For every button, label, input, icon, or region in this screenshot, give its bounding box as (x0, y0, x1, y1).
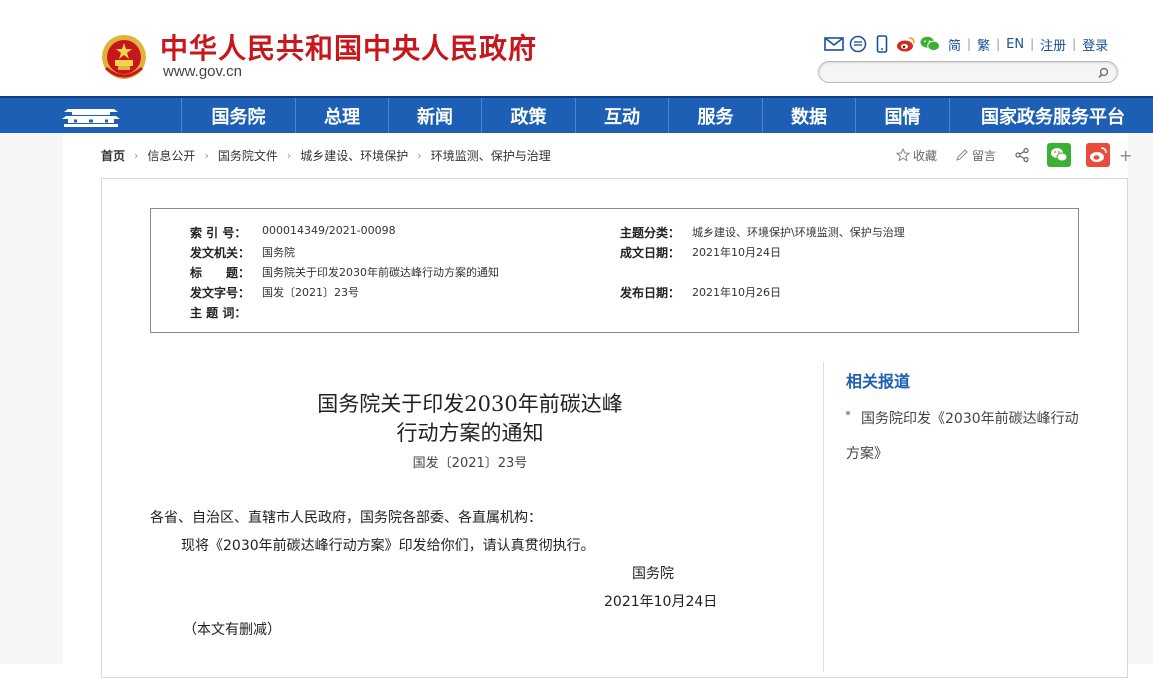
breadcrumb-urban-env[interactable]: 城乡建设、环境保护 (300, 147, 408, 164)
info-index-row: 索 引 号： 000014349/2021-00098 (190, 224, 396, 241)
article-title: 国务院关于印发2030年前碳达峰 行动方案的通知 (150, 390, 790, 448)
info-published-row: 发布日期： 2021年10月26日 (620, 284, 781, 301)
nav-item-premier[interactable]: 总理 (295, 98, 388, 133)
separator: | (996, 37, 1001, 51)
breadcrumb-home[interactable]: 首页 (101, 147, 125, 164)
favorite-label: 收藏 (913, 148, 938, 163)
info-keywords-row: 主 题 词： (190, 304, 262, 321)
info-issuer-label: 发文机关： (190, 246, 251, 260)
share-bar: 收藏 留言 + (896, 143, 1132, 167)
search-input[interactable] (829, 64, 1089, 80)
plus-icon[interactable]: + (1119, 146, 1132, 165)
info-title-value: 国务院关于印发2030年前碳达峰行动方案的通知 (262, 266, 499, 279)
info-index-label: 索 引 号： (190, 226, 247, 240)
left-background-strip (0, 133, 63, 664)
star-icon (896, 148, 910, 162)
info-created-row: 成文日期： 2021年10月24日 (620, 244, 781, 261)
site-title[interactable]: 中华人民共和国中央人民政府 (160, 27, 537, 67)
main-nav: 国务院 总理 新闻 政策 互动 服务 数据 国情 国家政务服务平台 (0, 96, 1153, 133)
right-background-strip (1128, 133, 1153, 664)
nav-item-state-council[interactable]: 国务院 (181, 98, 295, 133)
nav-item-interaction[interactable]: 互动 (575, 98, 668, 133)
pencil-icon (956, 149, 968, 161)
chevron-right-icon: › (134, 149, 139, 162)
chevron-right-icon: › (204, 149, 209, 162)
article-note: （本文有删减） (183, 622, 281, 638)
breadcrumb-info-public[interactable]: 信息公开 (147, 147, 195, 164)
mobile-icon[interactable] (872, 35, 892, 53)
separator: | (1072, 37, 1077, 51)
nav-item-service[interactable]: 服务 (668, 98, 762, 133)
wechat-icon[interactable] (920, 35, 940, 53)
nav-item-service-platform[interactable]: 国家政务服务平台 (949, 98, 1153, 133)
national-emblem-logo[interactable] (100, 32, 148, 82)
info-title-row: 标 题： 国务院关于印发2030年前碳达峰行动方案的通知 (190, 264, 499, 281)
related-reports-title: 相关报道 (846, 372, 911, 391)
info-category-label: 主题分类： (620, 226, 681, 240)
wechat-share-icon[interactable] (1047, 143, 1074, 167)
nav-item-national-info[interactable]: 国情 (855, 98, 949, 133)
login-link[interactable]: 登录 (1082, 35, 1108, 54)
search-icon[interactable] (1097, 65, 1111, 79)
chevron-right-icon: › (286, 149, 292, 162)
tiananmen-icon[interactable] (0, 98, 181, 133)
chevron-right-icon: › (417, 149, 422, 162)
favorite-button[interactable]: 收藏 (896, 147, 937, 164)
article-title-line1: 国务院关于印发2030年前碳达峰 (317, 392, 623, 416)
register-link[interactable]: 注册 (1040, 35, 1066, 54)
nav-item-data[interactable]: 数据 (762, 98, 855, 133)
sidebar-divider (823, 362, 824, 672)
article-doc-number: 国发〔2021〕23号 (412, 456, 528, 471)
article-date: 2021年10月24日 (604, 594, 718, 610)
info-published-label: 发布日期： (620, 286, 681, 300)
article-body: 现将《2030年前碳达峰行动方案》印发给你们，请认真贯彻执行。 (181, 538, 595, 554)
lang-traditional[interactable]: 繁 (977, 35, 990, 54)
info-created-value: 2021年10月24日 (692, 246, 781, 259)
info-category-row: 主题分类： 城乡建设、环境保护\环境监测、保护与治理 (620, 224, 905, 241)
lang-simplified[interactable]: 简 (948, 35, 961, 54)
share-icon[interactable] (1014, 147, 1033, 163)
article-recipients: 各省、自治区、直辖市人民政府，国务院各部委、各直属机构： (150, 510, 542, 526)
info-docno-row: 发文字号： 国发〔2021〕23号 (190, 284, 359, 301)
article-title-line2: 行动方案的通知 (396, 421, 544, 445)
site-url[interactable]: www.gov.cn (163, 63, 242, 80)
info-index-value: 000014349/2021-00098 (262, 224, 396, 237)
header-tools: 简 | 繁 | EN | 注册 | 登录 (824, 34, 1108, 54)
breadcrumb-state-council-docs[interactable]: 国务院文件 (218, 147, 278, 164)
related-report-link[interactable]: 国务院印发《2030年前碳达峰行动方案》 (846, 411, 1079, 462)
site-header: 中华人民共和国中央人民政府 www.gov.cn 简 | 繁 | EN | 注册… (0, 0, 1153, 96)
info-published-value: 2021年10月26日 (692, 286, 781, 299)
weibo-icon[interactable] (896, 35, 916, 53)
info-keywords-label: 主 题 词： (190, 306, 247, 320)
comment-label: 留言 (972, 148, 997, 163)
comment-button[interactable]: 留言 (955, 147, 996, 164)
info-docno-label: 发文字号： (190, 286, 251, 300)
separator: | (1030, 37, 1035, 51)
lang-english[interactable]: EN (1006, 37, 1024, 52)
message-icon[interactable] (848, 35, 868, 53)
breadcrumb: 首页 › 信息公开 › 国务院文件 › 城乡建设、环境保护 › 环境监测、保护与… (101, 147, 551, 164)
info-issuer-value: 国务院 (262, 246, 295, 259)
weibo-share-icon[interactable] (1086, 143, 1113, 167)
info-category-value: 城乡建设、环境保护\环境监测、保护与治理 (692, 226, 905, 239)
nav-item-policy[interactable]: 政策 (481, 98, 575, 133)
bullet-icon (846, 411, 850, 415)
document-info-table: 索 引 号： 000014349/2021-00098 主题分类： 城乡建设、环… (150, 208, 1079, 333)
mail-icon[interactable] (824, 35, 844, 53)
related-report-item[interactable]: 国务院印发《2030年前碳达峰行动方案》 (846, 402, 1086, 472)
info-issuer-row: 发文机关： 国务院 (190, 244, 295, 261)
search-box (818, 61, 1118, 83)
nav-items: 国务院 总理 新闻 政策 互动 服务 数据 国情 国家政务服务平台 (181, 98, 1153, 133)
info-created-label: 成文日期： (620, 246, 681, 260)
article-signature: 国务院 (632, 566, 674, 582)
nav-item-news[interactable]: 新闻 (388, 98, 481, 133)
breadcrumb-env-monitoring[interactable]: 环境监测、保护与治理 (431, 147, 551, 164)
info-title-label: 标 题： (190, 266, 251, 280)
separator: | (967, 37, 972, 51)
info-docno-value: 国发〔2021〕23号 (262, 286, 359, 299)
